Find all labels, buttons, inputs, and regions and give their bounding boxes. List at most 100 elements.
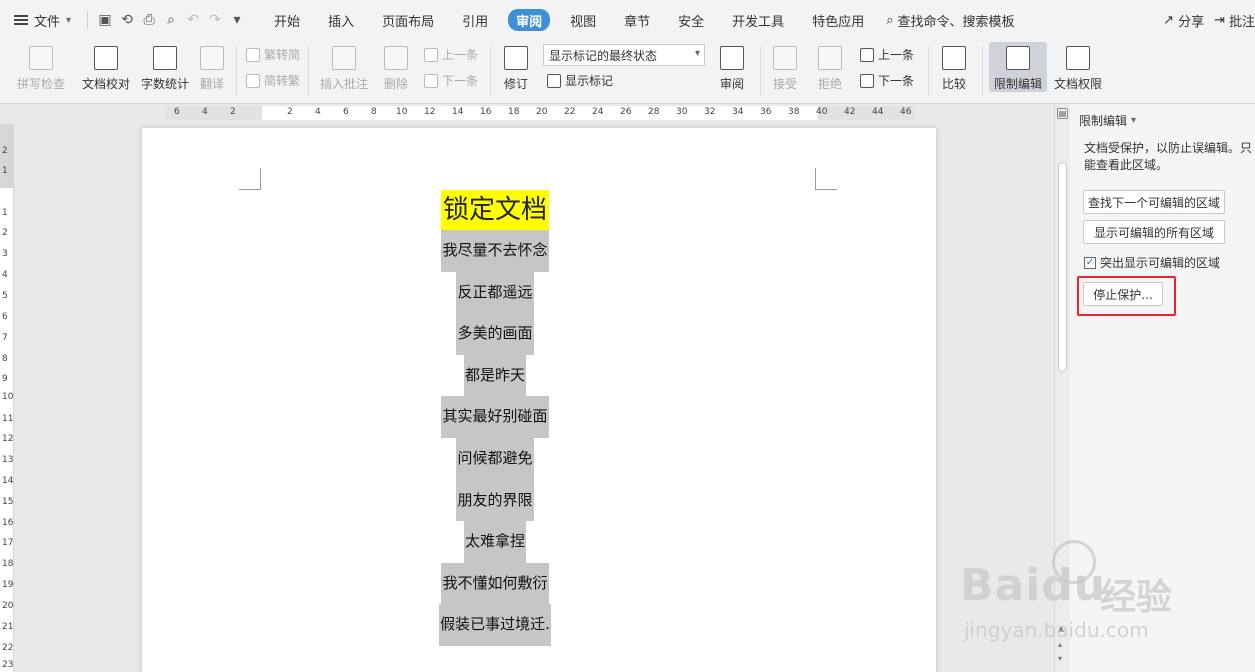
undo-icon[interactable]: ↶ <box>182 9 204 31</box>
ruler-tick: 42 <box>844 107 856 117</box>
document-line: 太难拿捏 <box>463 521 526 563</box>
tab-security[interactable]: 安全 <box>664 0 718 40</box>
ruler-tick: 21 <box>2 622 14 632</box>
prev-comment-button[interactable]: 上一条 <box>424 46 478 63</box>
reject-button[interactable]: 拒绝 <box>812 42 848 92</box>
ruler-tick: 18 <box>508 107 520 117</box>
prev-change-button[interactable]: 上一条 <box>860 46 914 63</box>
file-menu[interactable]: 文件 ▾ <box>0 0 81 40</box>
ruler-tick: 10 <box>396 107 408 117</box>
compare-button[interactable]: 比较 <box>936 42 972 92</box>
tab-view[interactable]: 视图 <box>556 0 610 40</box>
command-search[interactable]: ⌕ 查找命令、搜索模板 <box>886 11 1014 30</box>
restrict-edit-panel: 限制编辑 ▾ 文档受保护，以防止误编辑。只能查看此区域。 查找下一个可编辑的区域… <box>1070 104 1255 672</box>
translate-label: 翻译 <box>199 77 224 91</box>
scroll-up-icon[interactable]: ▲ <box>1058 624 1064 633</box>
show-markup-button[interactable]: 显示标记 <box>547 72 613 89</box>
tab-chapter[interactable]: 章节 <box>610 0 664 40</box>
scroll-up-page-icon[interactable]: ▴ <box>1058 640 1062 649</box>
document-area[interactable]: 锁定文档 我尽量不去怀念 反正都遥远 多美的画面 都是昨天 其实最好别碰面 问候… <box>14 124 1054 672</box>
print-icon[interactable]: ⎙ <box>138 9 160 31</box>
word-count-button[interactable]: 字数统计 <box>139 42 191 92</box>
ruler-tick: 36 <box>760 107 772 117</box>
tab-review[interactable]: 审阅 <box>508 9 551 31</box>
share-label: 分享 <box>1178 14 1205 30</box>
insert-comment-button[interactable]: 插入批注 <box>318 42 370 92</box>
track-changes-button[interactable]: 修订 <box>496 42 536 92</box>
tab-developer[interactable]: 开发工具 <box>718 0 798 40</box>
tab-insert[interactable]: 插入 <box>314 0 368 40</box>
ruler-tick: 19 <box>2 580 14 590</box>
doc-proof-icon <box>94 46 118 70</box>
divider <box>308 46 309 96</box>
share-button[interactable]: ↗ 分享 <box>1163 11 1204 30</box>
redo-icon[interactable]: ↷ <box>204 9 226 31</box>
accept-icon <box>773 46 797 70</box>
print-preview-icon[interactable]: ⌕ <box>160 9 182 31</box>
doc-proof-label: 文档校对 <box>81 77 130 91</box>
document-body: 锁定文档 我尽量不去怀念 反正都遥远 多美的画面 都是昨天 其实最好别碰面 问候… <box>142 190 936 646</box>
ruler-tick: 4 <box>2 270 8 280</box>
trad-conv-label: 繁转简 <box>264 48 301 62</box>
next-comment-button[interactable]: 下一条 <box>424 72 478 89</box>
ruler-tick: 6 <box>174 107 180 117</box>
ruler-tick: 3 <box>2 249 8 259</box>
next-comment-label: 下一条 <box>442 74 479 88</box>
comment-button[interactable]: ⇥ 批注 <box>1214 11 1255 30</box>
scroll-down-page-icon[interactable]: ▾ <box>1058 654 1062 663</box>
split-view-icon[interactable]: ▤ <box>1057 108 1068 119</box>
ruler-tick: 5 <box>2 291 8 301</box>
translate-button[interactable]: 翻译 <box>197 42 227 92</box>
restrict-edit-icon <box>1006 46 1030 70</box>
doc-permission-icon <box>1066 46 1090 70</box>
ruler-tick: 6 <box>2 312 8 322</box>
show-all-editable-button[interactable]: 显示可编辑的所有区域 <box>1083 220 1225 244</box>
scrollbar-thumb[interactable] <box>1058 162 1067 372</box>
vertical-scrollbar[interactable]: ▤ ▲ ▴ ▾ <box>1054 104 1070 672</box>
review-pane-button[interactable]: 审阅 <box>712 42 752 92</box>
divider <box>760 46 761 96</box>
doc-proof-button[interactable]: 文档校对 <box>80 42 132 92</box>
comment-icon: ⇥ <box>1214 12 1225 28</box>
document-line: 多美的画面 <box>456 313 534 355</box>
divider <box>87 11 89 29</box>
review-pane-label: 审阅 <box>719 77 744 91</box>
highlight-editable-checkbox[interactable]: ✓ 突出显示可编辑的区域 <box>1084 254 1220 271</box>
translate-icon <box>200 46 224 70</box>
document-page[interactable]: 锁定文档 我尽量不去怀念 反正都遥远 多美的画面 都是昨天 其实最好别碰面 问候… <box>142 128 936 672</box>
word-count-icon <box>153 46 177 70</box>
hamburger-icon <box>14 15 28 25</box>
stop-protect-button[interactable]: 停止保护... <box>1083 282 1163 306</box>
doc-permission-button[interactable]: 文档权限 <box>1051 42 1105 92</box>
command-search-label: 查找命令、搜索模板 <box>897 14 1015 30</box>
tab-references[interactable]: 引用 <box>448 0 502 40</box>
restrict-edit-label: 限制编辑 <box>993 77 1042 91</box>
find-next-editable-button[interactable]: 查找下一个可编辑的区域 <box>1083 190 1225 214</box>
format-painter-icon[interactable]: ⟲ <box>116 9 138 31</box>
ruler-tick: 2 <box>2 146 8 156</box>
trad-to-simp-button[interactable]: 繁转简 <box>246 46 300 63</box>
spell-check-button[interactable]: 拼写检查 <box>12 42 70 92</box>
panel-title[interactable]: 限制编辑 ▾ <box>1079 112 1136 129</box>
ruler-tick: 2 <box>287 107 293 117</box>
next-change-button[interactable]: 下一条 <box>860 72 914 89</box>
markup-state-select[interactable]: 显示标记的最终状态 ▾ <box>543 44 705 66</box>
vertical-ruler: 2 1 1 2 3 4 5 6 7 8 9 10 11 12 13 14 15 … <box>0 124 14 672</box>
ruler-tick: 7 <box>2 333 8 343</box>
compare-icon <box>942 46 966 70</box>
ruler-tick: 12 <box>2 434 14 444</box>
delete-comment-button[interactable]: 删除 <box>376 42 416 92</box>
ruler-tick: 44 <box>872 107 884 117</box>
tab-page-layout[interactable]: 页面布局 <box>368 0 448 40</box>
tab-special[interactable]: 特色应用 <box>798 0 878 40</box>
show-markup-icon <box>547 73 561 88</box>
simp-conv-label: 简转繁 <box>264 74 301 88</box>
simp-to-trad-button[interactable]: 简转繁 <box>246 72 300 89</box>
tab-home[interactable]: 开始 <box>260 0 314 40</box>
restrict-edit-button[interactable]: 限制编辑 <box>989 42 1047 92</box>
accept-button[interactable]: 接受 <box>767 42 803 92</box>
ruler-tick: 16 <box>480 107 492 117</box>
save-icon[interactable]: ▣ <box>94 9 116 31</box>
customize-icon[interactable]: ▾ <box>226 9 248 31</box>
ribbon: 拼写检查 文档校对 字数统计 翻译 繁转简 简转繁 插入批注 删除 上一条 下一… <box>0 40 1255 104</box>
